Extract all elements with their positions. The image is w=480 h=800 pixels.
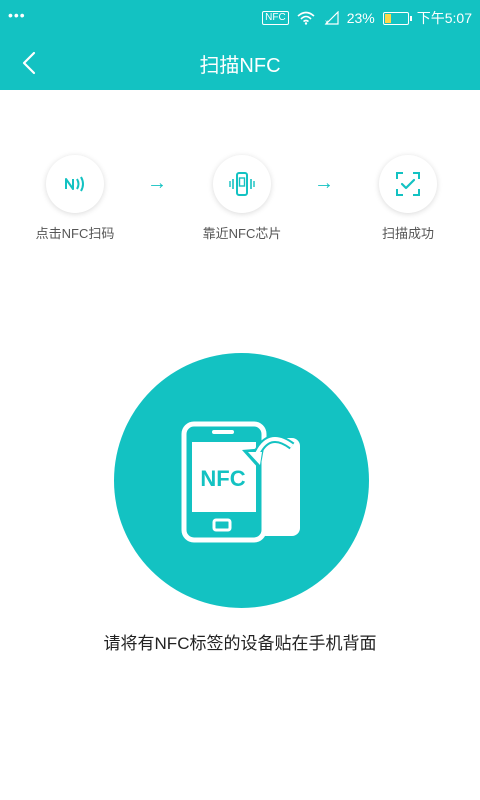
step-label: 点击NFC扫码: [35, 226, 115, 241]
signal-icon: x: [324, 11, 339, 25]
header: ••• NFC x 23% 下午5:07 扫描NFC: [0, 0, 480, 90]
instruction-text: 请将有NFC标签的设备贴在手机背面: [103, 634, 377, 653]
page-title: 扫描NFC: [199, 55, 281, 77]
phone-nfc-tap-icon: NFC: [181, 421, 300, 542]
step-icon-circle: [213, 155, 271, 213]
scan-check-icon: [396, 172, 420, 196]
step-approach-chip: 靠近NFC芯片: [182, 155, 302, 242]
phone-vibrate-icon: [229, 172, 255, 196]
step-icon-circle: [379, 155, 437, 213]
step-scan-success: 扫描成功: [348, 155, 468, 242]
wifi-icon: [297, 11, 315, 25]
nfc-illustration-text: NFC: [200, 466, 245, 491]
step-arrow-icon: →: [147, 172, 167, 194]
notification-dots: •••: [8, 7, 26, 23]
battery-percent: 23%: [346, 10, 375, 26]
status-right: NFC x 23% 下午5:07: [262, 8, 472, 28]
nfc-signal-icon: [65, 176, 84, 192]
nfc-scan-illustration: NFC: [114, 353, 369, 608]
step-icon-circle: [46, 155, 104, 213]
battery-icon: [382, 11, 412, 25]
steps-row: 点击NFC扫码 → 靠近NFC芯片 → 扫描成功: [0, 155, 480, 245]
step-tap-nfc: 点击NFC扫码: [15, 155, 135, 242]
clock: 下午5:07: [416, 10, 472, 26]
nfc-status-icon: NFC: [262, 11, 289, 25]
step-label: 扫描成功: [381, 226, 434, 241]
step-arrow-icon: →: [314, 172, 334, 194]
step-label: 靠近NFC芯片: [202, 226, 282, 241]
svg-text:x: x: [325, 19, 329, 25]
status-bar: ••• NFC x 23% 下午5:07: [0, 0, 480, 34]
